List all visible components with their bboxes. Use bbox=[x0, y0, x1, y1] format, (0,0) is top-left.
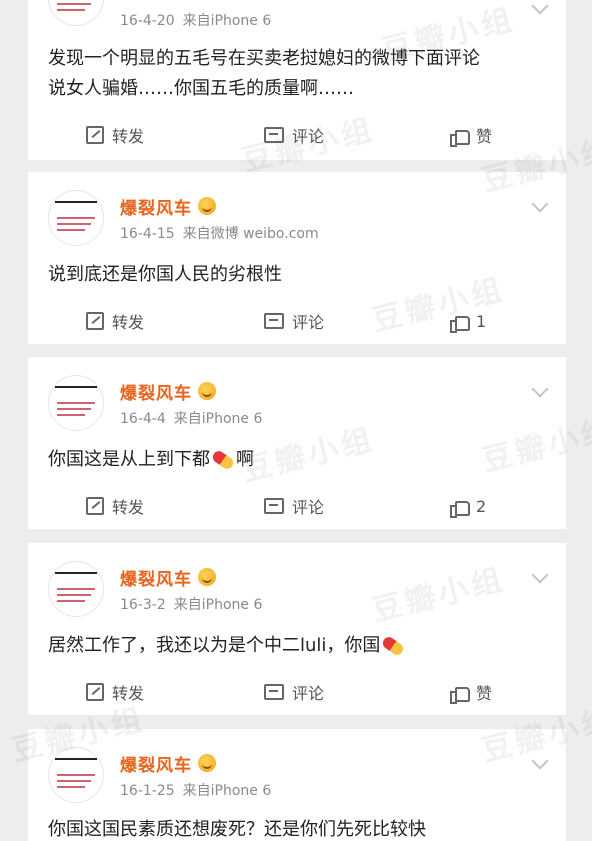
post-card: 爆裂风车 16-3-2 来自iPhone 6 居然工作了，我还以为是个中二luli… bbox=[28, 543, 566, 715]
thumbs-up-icon bbox=[450, 127, 470, 147]
vip-badge-icon bbox=[198, 754, 216, 772]
post-meta: 16-4-20 来自iPhone 6 bbox=[120, 10, 271, 30]
comment-button[interactable]: 评论 bbox=[264, 677, 324, 707]
comment-button[interactable]: 评论 bbox=[264, 120, 324, 150]
vip-badge-icon bbox=[198, 382, 216, 400]
repost-icon bbox=[86, 683, 104, 701]
post-meta: 16-4-15 来自微博 weibo.com bbox=[120, 223, 319, 243]
post-source: 来自iPhone 6 bbox=[182, 13, 272, 29]
chevron-down-icon[interactable] bbox=[531, 566, 549, 584]
post-date: 16-4-4 bbox=[120, 411, 166, 427]
comment-button[interactable]: 评论 bbox=[264, 306, 324, 336]
post-text: 你国这是从上到下都 啊 bbox=[48, 445, 254, 475]
vip-badge-icon bbox=[198, 568, 216, 586]
repost-label: 转发 bbox=[112, 684, 145, 703]
comment-icon bbox=[264, 498, 284, 514]
comment-label: 评论 bbox=[292, 498, 325, 517]
like-count: 2 bbox=[476, 496, 487, 516]
post-date: 16-4-20 bbox=[120, 13, 175, 29]
post-card: 爆裂风车 16-4-4 来自iPhone 6 你国这是从上到下都 啊 转发 评论 2 bbox=[28, 357, 566, 529]
post-meta: 16-1-25 来自iPhone 6 bbox=[120, 780, 271, 800]
username[interactable]: 爆裂风车 bbox=[120, 379, 192, 404]
author-row: 爆裂风车 bbox=[120, 564, 216, 590]
post-card: 16-4-20 来自iPhone 6 发现一个明显的五毛号在买卖老挝媳妇的微博下面… bbox=[28, 0, 566, 160]
comment-icon bbox=[264, 127, 284, 143]
post-text-line: 说到底还是你国人民的劣根性 bbox=[48, 264, 282, 285]
post-text-part: 居然工作了，我还以为是个中二luli，你国 bbox=[48, 635, 381, 656]
repost-button[interactable]: 转发 bbox=[86, 677, 144, 707]
username[interactable]: 爆裂风车 bbox=[120, 751, 192, 776]
pill-emoji-icon bbox=[380, 634, 406, 658]
post-actions: 转发 评论 赞 bbox=[28, 677, 566, 707]
avatar[interactable] bbox=[48, 561, 104, 617]
post-card: 爆裂风车 16-4-15 来自微博 weibo.com 说到底还是你国人民的劣根性… bbox=[28, 172, 566, 344]
comment-label: 评论 bbox=[292, 127, 325, 146]
username[interactable]: 爆裂风车 bbox=[120, 194, 192, 219]
repost-button[interactable]: 转发 bbox=[86, 306, 144, 336]
vip-badge-icon bbox=[198, 197, 216, 215]
repost-label: 转发 bbox=[112, 127, 145, 146]
post-meta: 16-3-2 来自iPhone 6 bbox=[120, 594, 262, 614]
avatar[interactable] bbox=[48, 747, 104, 803]
post-actions: 转发 评论 2 bbox=[28, 491, 566, 521]
repost-button[interactable]: 转发 bbox=[86, 120, 144, 150]
post-source: 来自iPhone 6 bbox=[173, 411, 263, 427]
avatar[interactable] bbox=[48, 190, 104, 246]
weibo-comment-feed: 16-4-20 来自iPhone 6 发现一个明显的五毛号在买卖老挝媳妇的微博下面… bbox=[0, 0, 592, 841]
chevron-down-icon[interactable] bbox=[531, 380, 549, 398]
post-text-part: 你国这是从上到下都 bbox=[48, 449, 210, 470]
author-row: 爆裂风车 bbox=[120, 750, 216, 776]
author-row: 爆裂风车 bbox=[120, 193, 216, 219]
chevron-down-icon[interactable] bbox=[531, 195, 549, 213]
username[interactable]: 爆裂风车 bbox=[120, 565, 192, 590]
like-button[interactable]: 2 bbox=[450, 491, 486, 521]
post-date: 16-4-15 bbox=[120, 226, 175, 242]
comment-button[interactable]: 评论 bbox=[264, 491, 324, 521]
chevron-down-icon[interactable] bbox=[531, 752, 549, 770]
post-text-part: 啊 bbox=[236, 449, 254, 470]
comment-icon bbox=[264, 313, 284, 329]
post-meta: 16-4-4 来自iPhone 6 bbox=[120, 408, 262, 428]
thumbs-up-icon bbox=[450, 684, 470, 704]
chevron-down-icon[interactable] bbox=[531, 0, 549, 15]
repost-button[interactable]: 转发 bbox=[86, 491, 144, 521]
like-button[interactable]: 赞 bbox=[450, 677, 492, 707]
post-actions: 转发 评论 赞 bbox=[28, 120, 566, 150]
like-count: 赞 bbox=[476, 127, 493, 146]
post-source: 来自iPhone 6 bbox=[182, 783, 272, 799]
post-actions: 转发 评论 1 bbox=[28, 306, 566, 336]
post-text: 说到底还是你国人民的劣根性 bbox=[48, 260, 282, 290]
post-text: 发现一个明显的五毛号在买卖老挝媳妇的微博下面评论 说女人骗婚……你国五毛的质量啊… bbox=[48, 44, 480, 104]
post-date: 16-1-25 bbox=[120, 783, 175, 799]
repost-icon bbox=[86, 312, 104, 330]
thumbs-up-icon bbox=[450, 313, 470, 333]
avatar[interactable] bbox=[48, 0, 104, 26]
post-text-line: 说女人骗婚……你国五毛的质量啊…… bbox=[48, 78, 354, 99]
post-text: 你国这国民素质还想废死？还是你们先死比较快 bbox=[48, 815, 426, 841]
post-source: 来自iPhone 6 bbox=[173, 597, 263, 613]
repost-label: 转发 bbox=[112, 313, 145, 332]
post-date: 16-3-2 bbox=[120, 597, 166, 613]
thumbs-up-icon bbox=[450, 498, 470, 518]
pill-emoji-icon bbox=[210, 448, 236, 472]
repost-icon bbox=[86, 497, 104, 515]
repost-icon bbox=[86, 126, 104, 144]
like-count: 赞 bbox=[476, 684, 493, 703]
comment-label: 评论 bbox=[292, 313, 325, 332]
post-text-line: 发现一个明显的五毛号在买卖老挝媳妇的微博下面评论 bbox=[48, 48, 480, 69]
like-count: 1 bbox=[476, 311, 487, 331]
author-row: 爆裂风车 bbox=[120, 378, 216, 404]
post-source: 来自微博 weibo.com bbox=[182, 226, 319, 242]
like-button[interactable]: 1 bbox=[450, 306, 486, 336]
post-text-line: 你国这国民素质还想废死？还是你们先死比较快 bbox=[48, 819, 426, 840]
comment-icon bbox=[264, 684, 284, 700]
repost-label: 转发 bbox=[112, 498, 145, 517]
comment-label: 评论 bbox=[292, 684, 325, 703]
post-text: 居然工作了，我还以为是个中二luli，你国 bbox=[48, 631, 406, 661]
post-card: 爆裂风车 16-1-25 来自iPhone 6 你国这国民素质还想废死？还是你们先… bbox=[28, 729, 566, 841]
avatar[interactable] bbox=[48, 375, 104, 431]
like-button[interactable]: 赞 bbox=[450, 120, 492, 150]
